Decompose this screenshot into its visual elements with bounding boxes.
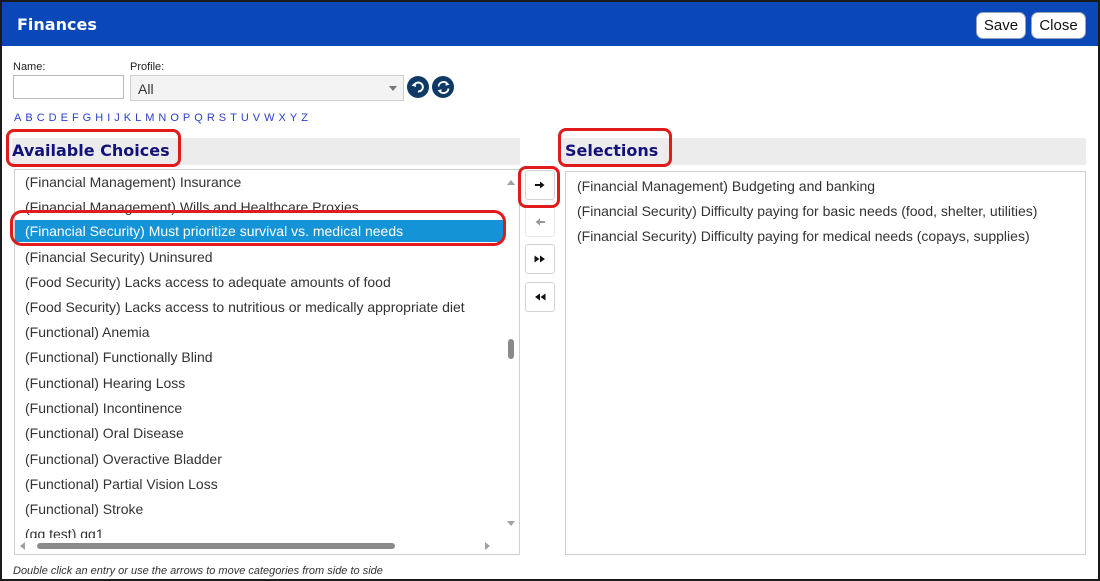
- list-item[interactable]: (Functional) Stroke: [15, 498, 143, 520]
- horizontal-scrollbar[interactable]: [15, 538, 505, 554]
- list-item[interactable]: (Functional) Incontinence: [15, 397, 182, 419]
- available-choices-list[interactable]: (Financial Management) Insurance (Financ…: [14, 169, 520, 555]
- list-item[interactable]: (Functional) Hearing Loss: [15, 372, 185, 394]
- list-item[interactable]: (Functional) Partial Vision Loss: [15, 473, 218, 495]
- list-item[interactable]: (Functional) Oral Disease: [15, 422, 184, 444]
- list-item[interactable]: (Functional) Functionally Blind: [15, 346, 213, 368]
- alpha-link[interactable]: B: [25, 112, 32, 124]
- alpha-link[interactable]: A: [14, 112, 21, 124]
- dialog-title: Finances: [17, 15, 97, 34]
- list-item[interactable]: (Food Security) Lacks access to adequate…: [15, 271, 391, 293]
- selections-list[interactable]: (Financial Management) Budgeting and ban…: [565, 171, 1086, 555]
- alpha-link[interactable]: L: [135, 112, 141, 124]
- selection-item[interactable]: (Financial Security) Difficulty paying f…: [577, 228, 1030, 244]
- close-button[interactable]: Close: [1031, 12, 1086, 39]
- alpha-link[interactable]: F: [72, 112, 79, 124]
- alpha-link[interactable]: M: [145, 112, 154, 124]
- alpha-link[interactable]: O: [170, 112, 179, 124]
- available-choices-heading: Available Choices: [12, 141, 170, 160]
- list-item-selected[interactable]: (Financial Security) Must prioritize sur…: [15, 220, 503, 242]
- alpha-link[interactable]: X: [279, 112, 286, 124]
- profile-select[interactable]: All: [130, 75, 404, 101]
- alpha-link[interactable]: P: [183, 112, 190, 124]
- profile-label: Profile:: [130, 61, 165, 73]
- alpha-link[interactable]: Q: [194, 112, 203, 124]
- profile-selected-value: All: [138, 81, 154, 97]
- alpha-link[interactable]: H: [95, 112, 103, 124]
- alpha-link[interactable]: S: [219, 112, 226, 124]
- selections-heading: Selections: [565, 141, 659, 160]
- alphabet-filter: A B C D E F G H I J K L M N O P Q R S T …: [14, 112, 312, 124]
- alpha-link[interactable]: T: [230, 112, 237, 124]
- name-label: Name:: [13, 61, 46, 73]
- alpha-link[interactable]: W: [264, 112, 274, 124]
- alpha-link[interactable]: Y: [290, 112, 297, 124]
- move-all-left-button[interactable]: [525, 282, 555, 312]
- alpha-link[interactable]: G: [83, 112, 92, 124]
- refresh-icon[interactable]: [432, 76, 454, 98]
- list-item[interactable]: (Functional) Overactive Bladder: [15, 448, 222, 470]
- alpha-link[interactable]: U: [241, 112, 249, 124]
- alpha-link[interactable]: N: [158, 112, 166, 124]
- footer-hint: Double click an entry or use the arrows …: [13, 565, 383, 577]
- move-right-button[interactable]: [525, 170, 555, 200]
- list-item[interactable]: (Functional) Anemia: [15, 321, 150, 343]
- title-bar: Finances Save Close: [2, 2, 1098, 46]
- alpha-link[interactable]: I: [107, 112, 110, 124]
- vertical-scrollbar[interactable]: [503, 170, 519, 536]
- finances-dialog: Finances Save Close Name: Profile: All A…: [0, 0, 1100, 581]
- chevron-down-icon: [389, 86, 397, 91]
- move-left-button[interactable]: [525, 207, 555, 237]
- arrow-left-icon: [535, 218, 545, 226]
- double-arrow-left-icon: [535, 293, 546, 301]
- move-all-right-button[interactable]: [525, 244, 555, 274]
- double-arrow-right-icon: [534, 255, 545, 263]
- alpha-link[interactable]: D: [49, 112, 57, 124]
- selections-header: Selections: [563, 138, 1086, 165]
- alpha-link[interactable]: Z: [301, 112, 308, 124]
- list-item[interactable]: (Financial Management) Insurance: [15, 171, 241, 193]
- list-item[interactable]: (Financial Security) Uninsured: [15, 246, 213, 268]
- list-item[interactable]: (Food Security) Lacks access to nutritio…: [15, 296, 465, 318]
- undo-icon[interactable]: [407, 76, 429, 98]
- list-item[interactable]: (Financial Management) Wills and Healthc…: [15, 196, 359, 218]
- alpha-link[interactable]: K: [124, 112, 131, 124]
- alpha-link[interactable]: J: [114, 112, 120, 124]
- alpha-link[interactable]: C: [37, 112, 45, 124]
- available-choices-header: Available Choices: [12, 138, 520, 165]
- name-input[interactable]: [13, 75, 124, 99]
- selection-item[interactable]: (Financial Security) Difficulty paying f…: [577, 203, 1037, 219]
- alpha-link[interactable]: V: [253, 112, 260, 124]
- arrow-right-icon: [535, 181, 545, 189]
- selection-item[interactable]: (Financial Management) Budgeting and ban…: [577, 178, 875, 194]
- alpha-link[interactable]: R: [207, 112, 215, 124]
- alpha-link[interactable]: E: [61, 112, 68, 124]
- save-button[interactable]: Save: [976, 12, 1026, 39]
